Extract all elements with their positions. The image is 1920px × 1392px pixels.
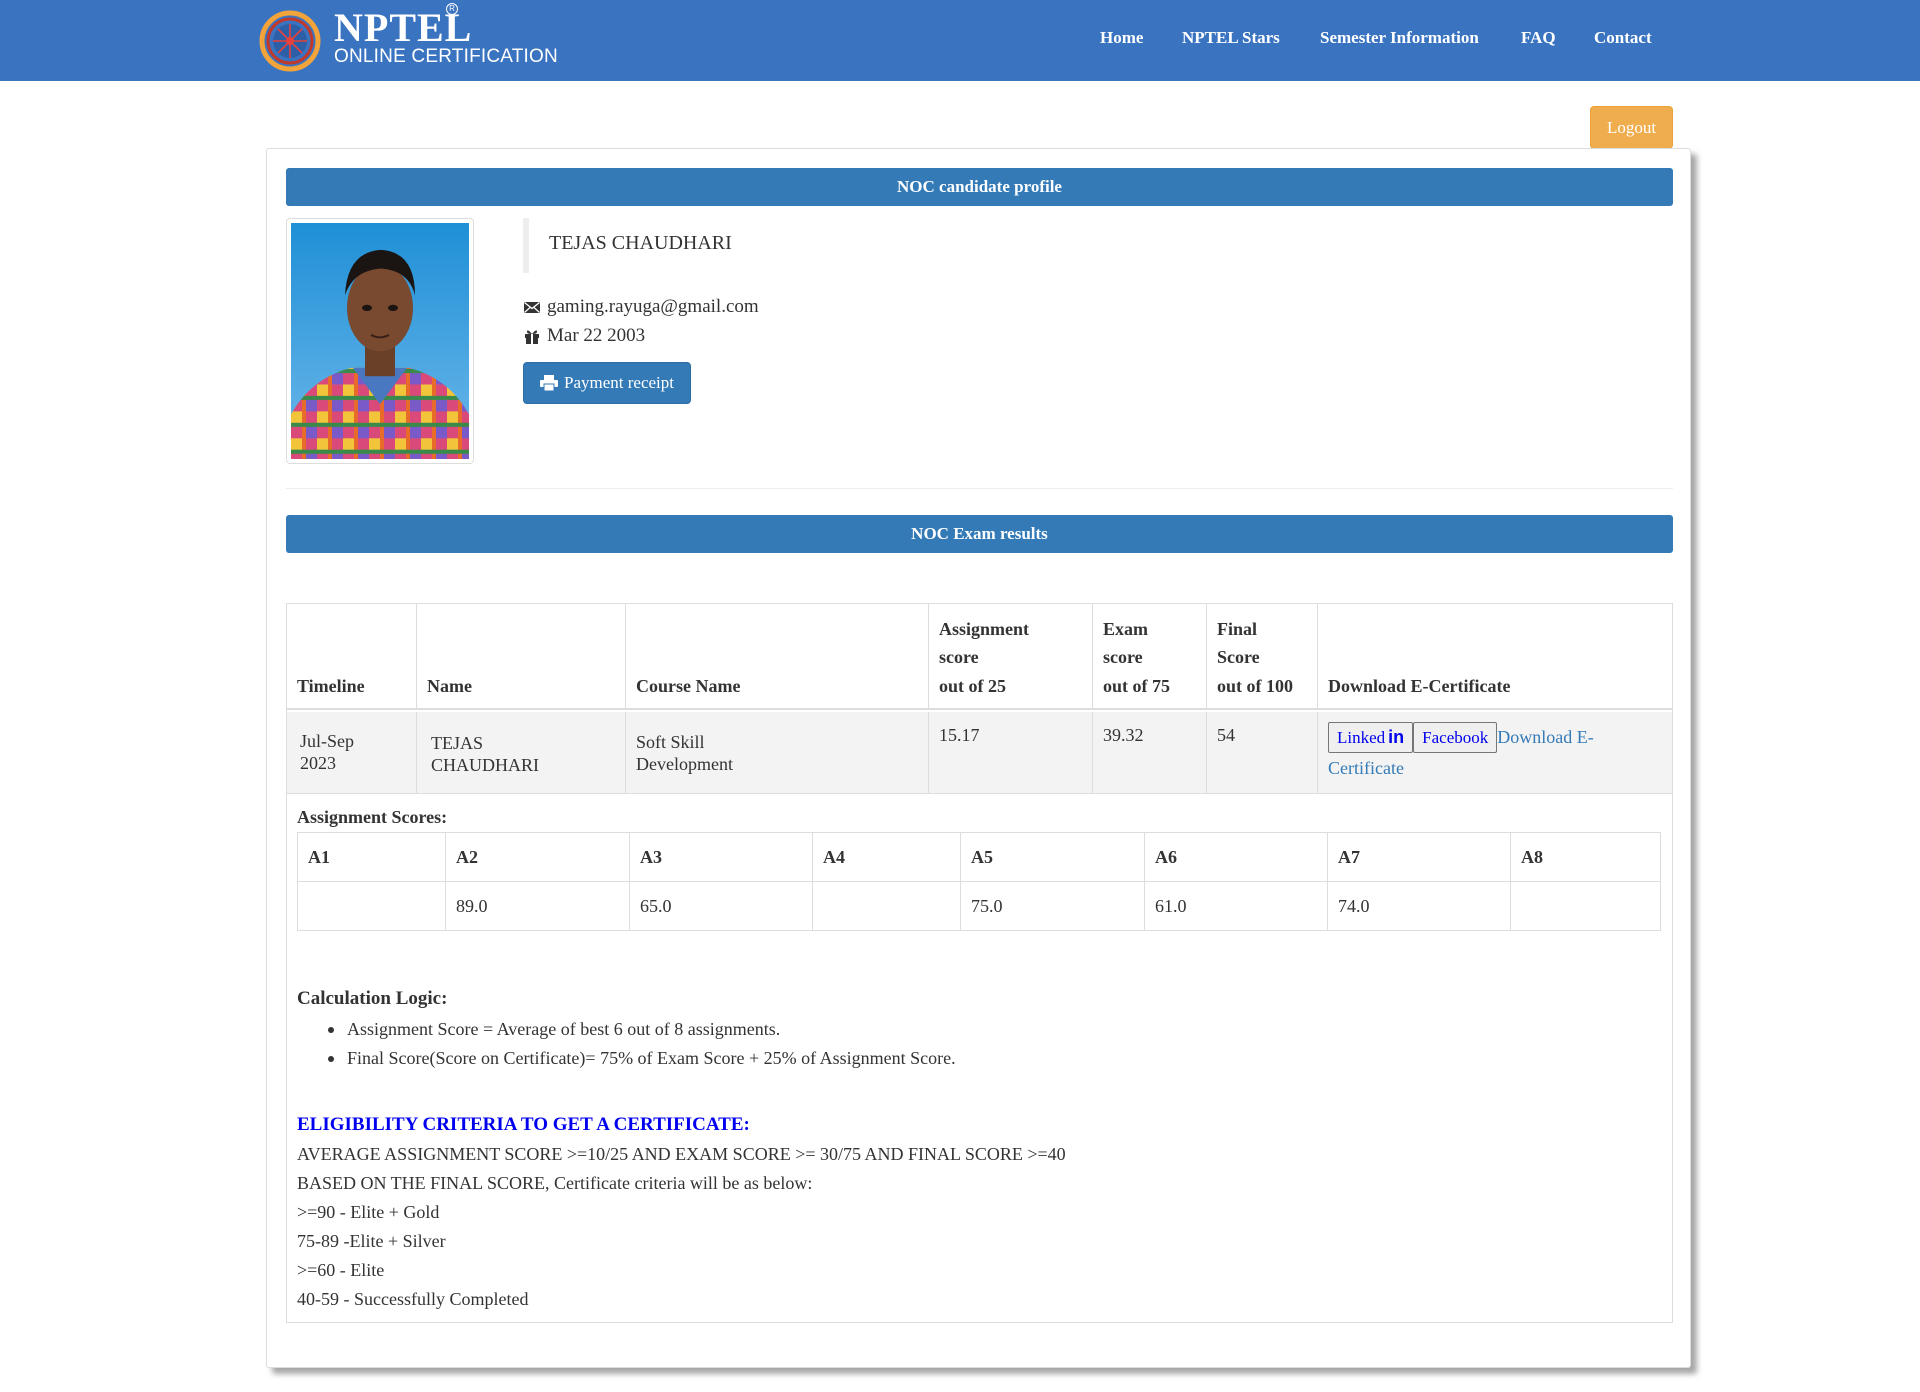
eligibility-line: BASED ON THE FINAL SCORE, Certificate cr… bbox=[297, 1173, 813, 1193]
col-course-name: Course Name bbox=[626, 604, 929, 708]
payment-receipt-label: Payment receipt bbox=[564, 373, 674, 392]
assignment-header-a1: A1 bbox=[298, 833, 446, 881]
cell-timeline: Jul-Sep 2023 bbox=[287, 712, 417, 793]
cell-final-score: 54 bbox=[1207, 712, 1318, 793]
linkedin-share-button[interactable]: Linked in bbox=[1328, 722, 1414, 753]
table-row: Jul-Sep 2023 TEJAS CHAUDHARI Soft Skill … bbox=[287, 712, 1672, 794]
assignment-value-a7: 74.0 bbox=[1328, 882, 1511, 931]
candidate-name: TEJAS CHAUDHARI bbox=[523, 218, 732, 273]
registered-mark: R bbox=[446, 3, 458, 15]
assignment-scores-value-row: 89.0 65.0 75.0 61.0 74.0 bbox=[298, 882, 1660, 931]
assignment-value-a6: 61.0 bbox=[1145, 882, 1328, 931]
list-item: Assignment Score = Average of best 6 out… bbox=[297, 1015, 956, 1044]
nav-nptel-stars[interactable]: NPTEL Stars bbox=[1182, 27, 1280, 49]
assignment-header-a8: A8 bbox=[1521, 846, 1543, 867]
brand-subtitle[interactable]: ONLINE CERTIFICATION bbox=[334, 47, 558, 66]
assignment-scores-table: A1 A2 A3 A4 A5 A6 A7 A8 89.0 65.0 75.0 6… bbox=[297, 832, 1661, 931]
assignment-header-a5: A5 bbox=[961, 833, 1145, 881]
nav-faq[interactable]: FAQ bbox=[1521, 27, 1556, 49]
eligibility-line: AVERAGE ASSIGNMENT SCORE >=10/25 AND EXA… bbox=[297, 1144, 1066, 1164]
assignment-scores-header-row: A1 A2 A3 A4 A5 A6 A7 A8 bbox=[298, 833, 1660, 882]
candidate-photo bbox=[286, 218, 474, 464]
payment-receipt-button[interactable]: Payment receipt bbox=[523, 362, 691, 404]
linkedin-icon: in bbox=[1388, 727, 1405, 747]
download-certificate-link[interactable]: Download E- bbox=[1497, 727, 1593, 747]
profile-section-header: NOC candidate profile bbox=[286, 168, 1673, 206]
col-name: Name bbox=[417, 604, 626, 708]
eligibility-line: 75-89 -Elite + Silver bbox=[297, 1231, 446, 1251]
assignment-value-a2: 89.0 bbox=[446, 882, 630, 931]
facebook-share-button[interactable]: Facebook bbox=[1413, 722, 1498, 753]
assignment-header-a7: A7 bbox=[1328, 833, 1511, 881]
top-navbar: NPTEL R ONLINE CERTIFICATION Home NPTEL … bbox=[0, 0, 1920, 81]
email-text: gaming.rayuga@gmail.com bbox=[547, 296, 759, 317]
cell-assignment-score: 15.17 bbox=[929, 712, 1093, 793]
cell-course-name: Soft Skill Development bbox=[626, 712, 929, 793]
dob-text: Mar 22 2003 bbox=[547, 325, 646, 346]
col-final-score: Final Score out of 100 bbox=[1207, 604, 1318, 708]
assignment-header-a4: A4 bbox=[813, 833, 961, 881]
col-timeline: Timeline bbox=[287, 604, 417, 708]
envelope-icon bbox=[524, 301, 540, 313]
assignment-value-a8 bbox=[1511, 882, 1660, 931]
assignment-header-a6: A6 bbox=[1145, 833, 1328, 881]
assignment-value-a5: 75.0 bbox=[961, 882, 1145, 931]
col-exam-score: Exam score out of 75 bbox=[1093, 604, 1207, 708]
eligibility-line: 40-59 - Successfully Completed bbox=[297, 1289, 529, 1309]
assignment-value-a3: 65.0 bbox=[630, 882, 813, 931]
gift-icon bbox=[525, 330, 539, 344]
email-line: gaming.rayuga@gmail.com bbox=[523, 296, 759, 318]
nav-home[interactable]: Home bbox=[1100, 27, 1143, 49]
col-download-certificate: Download E-Certificate bbox=[1328, 675, 1511, 696]
assignment-value-a1 bbox=[298, 882, 446, 931]
eligibility-line: >=90 - Elite + Gold bbox=[297, 1202, 440, 1222]
section-divider bbox=[286, 488, 1673, 489]
results-table-header: Timeline Name Course Name Assignment scor… bbox=[287, 604, 1672, 710]
eligibility-criteria-text: AVERAGE ASSIGNMENT SCORE >=10/25 AND EXA… bbox=[297, 1140, 1066, 1314]
col-assignment-score: Assignment score out of 25 bbox=[929, 604, 1093, 708]
assignment-header-a2: A2 bbox=[446, 833, 630, 881]
cell-exam-score: 39.32 bbox=[1093, 712, 1207, 793]
nav-contact[interactable]: Contact bbox=[1594, 27, 1652, 49]
calculation-logic-title: Calculation Logic: bbox=[297, 988, 448, 1009]
nav-semester-information[interactable]: Semester Information bbox=[1320, 27, 1479, 49]
candidate-photo-image bbox=[291, 223, 469, 459]
download-certificate-link-cont[interactable]: Certificate bbox=[1328, 753, 1662, 784]
dob-line: Mar 22 2003 bbox=[523, 325, 645, 347]
cell-download-certificate: Linked in Facebook Download E- Certificate bbox=[1318, 712, 1672, 793]
assignment-scores-title: Assignment Scores: bbox=[297, 807, 448, 827]
results-section-header: NOC Exam results bbox=[286, 515, 1673, 553]
list-item: Final Score(Score on Certificate)= 75% o… bbox=[297, 1044, 956, 1073]
logout-button[interactable]: Logout bbox=[1590, 106, 1673, 149]
nptel-logo-icon[interactable] bbox=[258, 9, 322, 73]
eligibility-criteria-title: ELIGIBILITY CRITERIA TO GET A CERTIFICAT… bbox=[297, 1114, 750, 1135]
assignment-header-a3: A3 bbox=[630, 833, 813, 881]
calculation-logic-list: Assignment Score = Average of best 6 out… bbox=[297, 1015, 956, 1073]
eligibility-line: >=60 - Elite bbox=[297, 1260, 385, 1280]
assignment-value-a4 bbox=[813, 882, 961, 931]
print-icon bbox=[540, 375, 558, 391]
cell-name: TEJAS CHAUDHARI bbox=[417, 712, 626, 793]
